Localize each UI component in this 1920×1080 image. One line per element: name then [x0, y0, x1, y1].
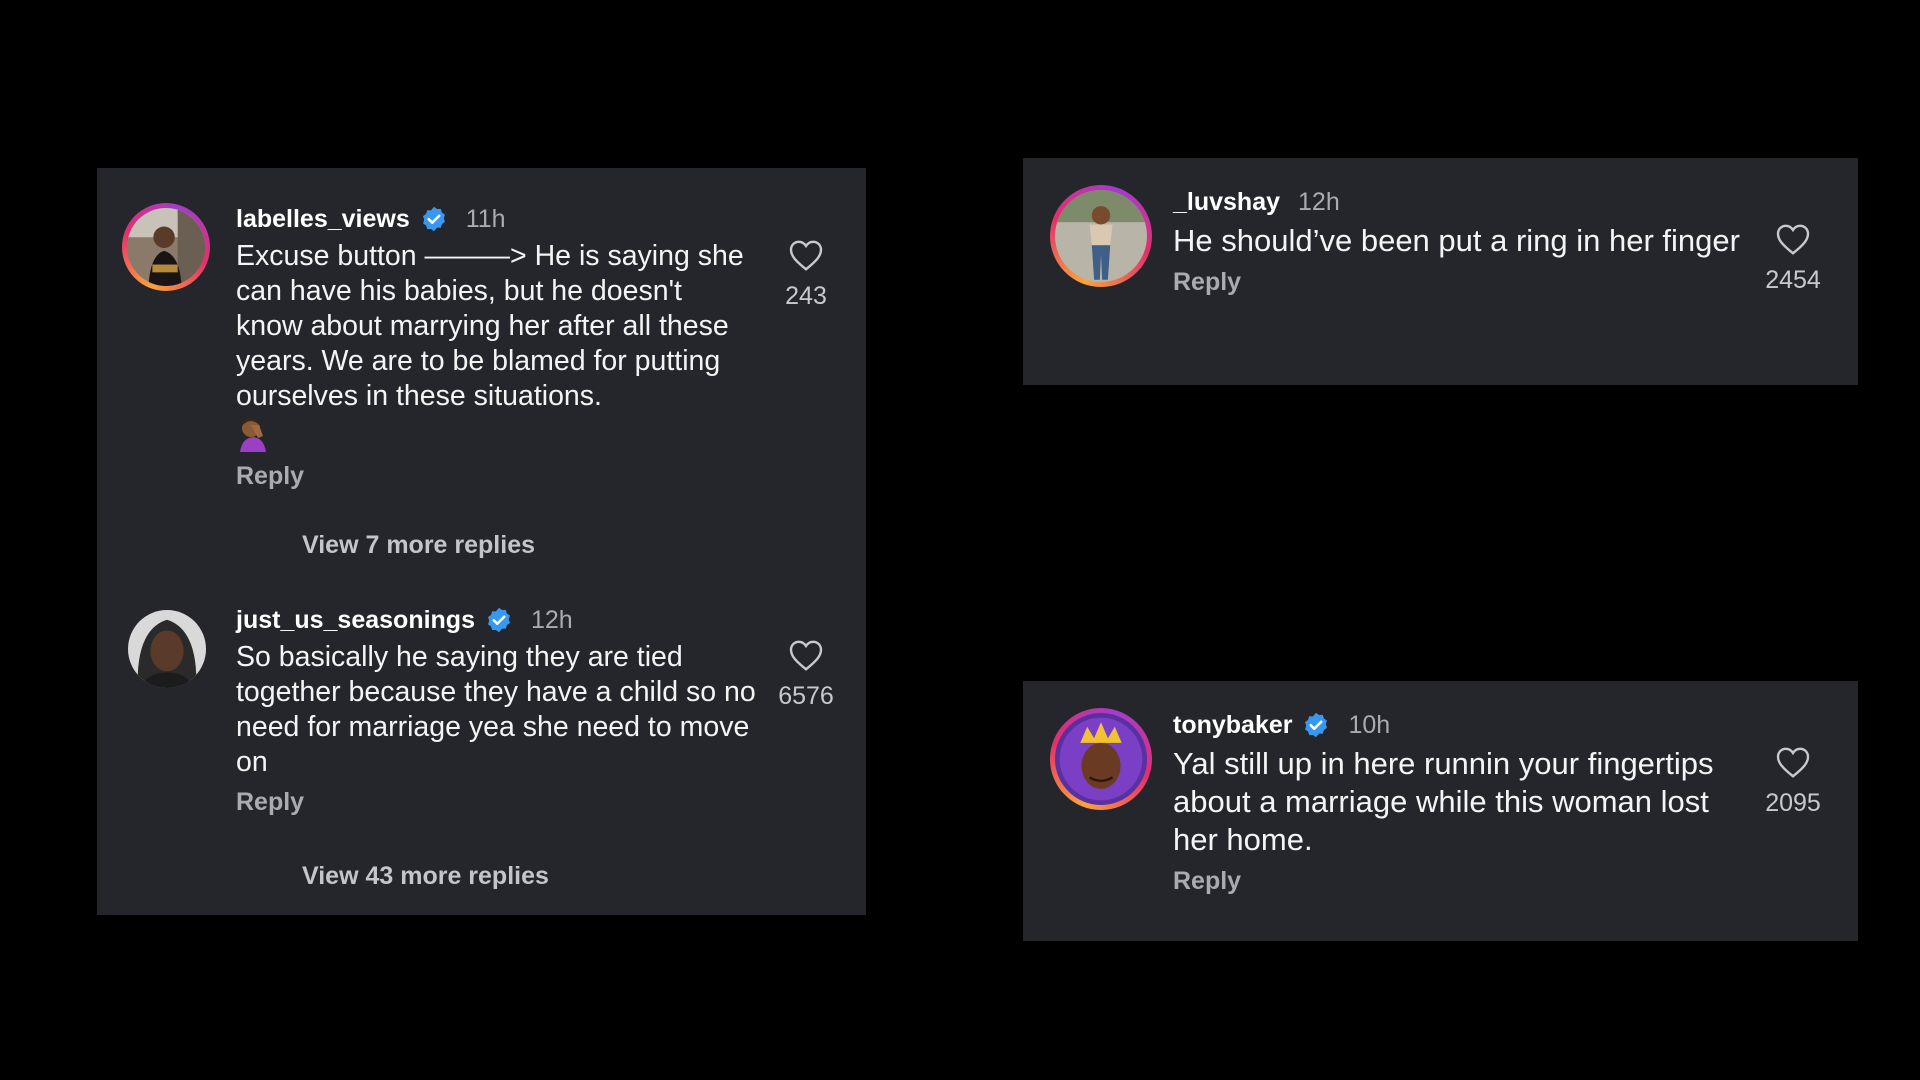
comment-text: Excuse button ———> He is saying she can …: [236, 240, 744, 412]
like-count: 243: [785, 282, 827, 310]
verified-badge-icon: [1302, 711, 1330, 739]
timestamp: 11h: [465, 205, 506, 233]
heart-outline-icon: [789, 240, 823, 271]
timestamp: 12h: [530, 606, 573, 634]
like-button[interactable]: 2095: [1743, 745, 1843, 818]
username[interactable]: tonybaker: [1173, 709, 1292, 741]
reply-button[interactable]: Reply: [1173, 268, 1241, 297]
profile-photo-icon: [127, 208, 205, 286]
profile-photo-icon: [1055, 713, 1147, 805]
username[interactable]: labelles_views: [236, 203, 410, 235]
verified-badge-icon: [485, 606, 513, 634]
heart-outline-icon: [1776, 747, 1810, 778]
like-count: 2454: [1765, 266, 1821, 294]
heart-outline-icon: [1776, 224, 1810, 255]
reply-button[interactable]: Reply: [236, 462, 304, 491]
like-button[interactable]: 6576: [756, 638, 856, 711]
reply-button[interactable]: Reply: [236, 788, 304, 817]
like-count: 2095: [1765, 789, 1821, 817]
view-more-replies-button[interactable]: View 7 more replies: [302, 531, 535, 560]
avatar[interactable]: [128, 610, 206, 688]
avatar[interactable]: [1050, 708, 1152, 810]
facepalm-emoji-icon: [236, 416, 756, 454]
comment-text: Yal still up in here runnin your fingert…: [1173, 746, 1714, 857]
heart-outline-icon: [789, 640, 823, 671]
comments-panel-top-right: _luvshay 12h He should’ve been put a rin…: [1023, 158, 1858, 385]
avatar[interactable]: [122, 203, 210, 291]
timestamp: 10h: [1348, 711, 1391, 739]
like-button[interactable]: 2454: [1743, 222, 1843, 295]
view-more-replies-button[interactable]: View 43 more replies: [302, 862, 549, 891]
profile-photo-icon: [128, 610, 206, 688]
like-button[interactable]: 243: [756, 238, 856, 311]
avatar[interactable]: [1050, 185, 1152, 287]
profile-photo-icon: [1055, 190, 1147, 282]
like-count: 6576: [778, 682, 834, 710]
comments-panel-bottom-right: tonybaker 10h Yal still up in here runni…: [1023, 681, 1858, 941]
verified-badge-icon: [420, 205, 448, 233]
comments-panel-left: labelles_views 11h Excuse button ———> He…: [97, 168, 866, 915]
username[interactable]: just_us_seasonings: [236, 604, 475, 636]
comment-text: So basically he saying they are tied tog…: [236, 641, 756, 778]
reply-button[interactable]: Reply: [1173, 867, 1241, 896]
comment-text: He should’ve been put a ring in her fing…: [1173, 223, 1740, 258]
username[interactable]: _luvshay: [1173, 186, 1280, 218]
timestamp: 12h: [1298, 188, 1340, 216]
